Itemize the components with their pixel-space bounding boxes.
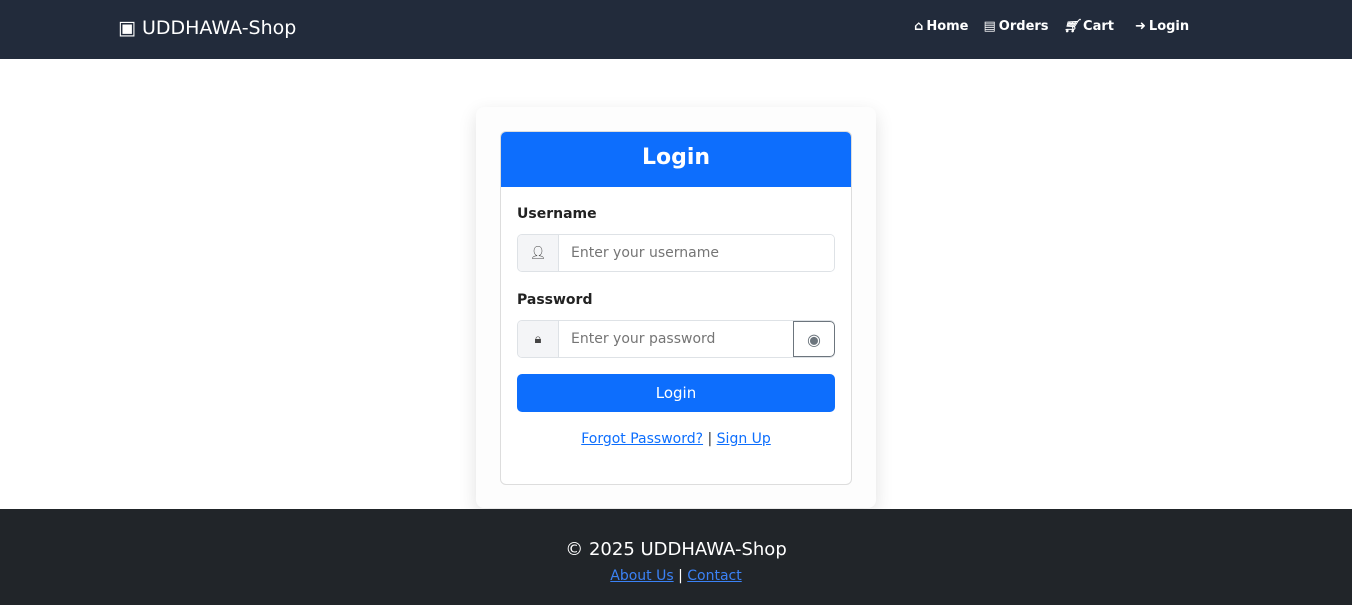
separator: | bbox=[707, 431, 713, 447]
nav-label: Orders bbox=[998, 19, 1049, 34]
lock-icon: 🔒︎ bbox=[518, 321, 559, 357]
user-icon: 👤︎ bbox=[518, 235, 559, 271]
login-button[interactable]: Login bbox=[517, 374, 835, 412]
toggle-password-eye-icon[interactable]: ◉ bbox=[793, 321, 835, 357]
store-icon: ▣ bbox=[118, 17, 136, 39]
cart-icon: 🛒︎ bbox=[1063, 19, 1081, 34]
password-input[interactable] bbox=[559, 321, 793, 357]
footer: © 2025 UDDHAWA-Shop About Us | Contact bbox=[0, 509, 1352, 605]
login-card: Login Username 👤︎ Password 🔒︎ ◉ Login For… bbox=[500, 131, 852, 485]
nav-label: Login bbox=[1148, 19, 1190, 34]
navbar: ▣ UDDHAWA-Shop ⌂ Home ▤ Orders 🛒︎ Cart ➜ Logi… bbox=[0, 0, 1352, 59]
separator: | bbox=[678, 568, 683, 584]
username-input[interactable] bbox=[559, 235, 834, 271]
copyright: © 2025 UDDHAWA-Shop bbox=[565, 539, 787, 560]
login-title: Login bbox=[501, 132, 851, 187]
brand-text: UDDHAWA-Shop bbox=[141, 17, 297, 39]
sign-in-icon: ➜ bbox=[1135, 19, 1146, 34]
signup-link[interactable]: Sign Up bbox=[717, 431, 771, 447]
nav-label: Home bbox=[926, 19, 969, 34]
username-label: Username bbox=[517, 206, 597, 222]
box-icon: ▤ bbox=[983, 19, 996, 34]
nav-home[interactable]: ⌂ Home bbox=[914, 19, 969, 34]
brand-link[interactable]: ▣ UDDHAWA-Shop bbox=[118, 17, 296, 39]
password-label: Password bbox=[517, 292, 593, 308]
about-link[interactable]: About Us bbox=[610, 568, 673, 584]
contact-link[interactable]: Contact bbox=[687, 568, 741, 584]
nav-cart[interactable]: 🛒︎ Cart bbox=[1064, 19, 1114, 34]
home-icon: ⌂ bbox=[914, 19, 924, 34]
nav-orders[interactable]: ▤ Orders bbox=[984, 19, 1049, 34]
forgot-password-link[interactable]: Forgot Password? bbox=[581, 431, 703, 447]
nav-label: Cart bbox=[1083, 19, 1114, 34]
nav-login[interactable]: ➜ Login bbox=[1135, 19, 1189, 34]
